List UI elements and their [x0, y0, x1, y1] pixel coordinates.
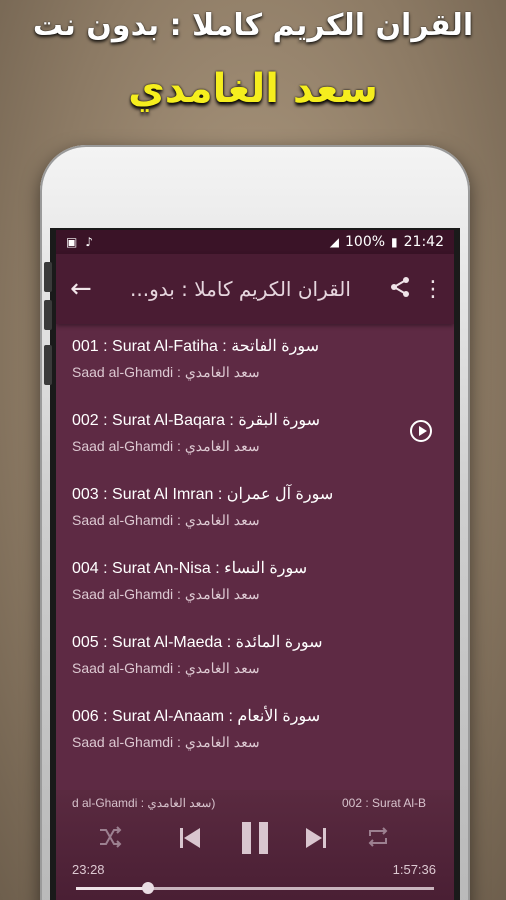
play-circle-icon[interactable] — [410, 420, 432, 442]
image-icon: ▣ — [66, 235, 78, 249]
surah-title: 003 : Surat Al Imran : سورة آل عمران — [72, 486, 334, 503]
surah-title: 005 : Surat Al-Maeda : سورة المائدة — [72, 634, 323, 651]
battery-icon: ▮ — [391, 235, 398, 249]
list-item[interactable]: 002 : Surat Al-Baqara : سورة البقرة Saad … — [56, 398, 454, 472]
total-time: 1:57:36 — [392, 862, 436, 877]
surah-title: 002 : Surat Al-Baqara : سورة البقرة — [72, 412, 321, 429]
pause-icon[interactable] — [240, 820, 270, 860]
repeat-icon[interactable] — [366, 826, 390, 852]
page-title: القران الكريم كاملا : بدو... — [130, 277, 351, 301]
power-button — [44, 345, 52, 385]
app-bar: ← القران الكريم كاملا : بدو... ⋮ — [56, 254, 454, 324]
list-item[interactable]: 001 : Surat Al-Fatiha : سورة الفاتحة Saad… — [56, 324, 454, 398]
list-item[interactable]: 003 : Surat Al Imran : سورة آل عمران Saad… — [56, 472, 454, 546]
now-playing-reciter: d al-Ghamdi : سعد الغامدي) — [72, 796, 216, 810]
player-controls — [56, 820, 454, 860]
seek-bar-fill — [76, 887, 148, 890]
now-playing-title: 002 : Surat Al-B — [342, 796, 427, 810]
share-icon[interactable] — [380, 276, 420, 303]
status-bar: ▣ ♪ ◢ 100% ▮ 21:42 — [56, 230, 454, 254]
previous-icon[interactable] — [178, 826, 202, 854]
music-note-icon: ♪ — [85, 235, 94, 249]
promo-reciter-name: سعد الغامدي — [128, 66, 378, 112]
surah-reciter: Saad al-Ghamdi : سعد الغامدي — [72, 512, 260, 528]
next-icon[interactable] — [304, 826, 328, 854]
surah-reciter: Saad al-Ghamdi : سعد الغامدي — [72, 364, 260, 380]
back-arrow-icon[interactable]: ← — [70, 274, 110, 304]
volume-down-button — [44, 300, 52, 330]
surah-reciter: Saad al-Ghamdi : سعد الغامدي — [72, 660, 260, 676]
share-icon-glyph — [391, 276, 409, 297]
surah-title: 004 : Surat An-Nisa : سورة النساء — [72, 560, 308, 577]
elapsed-time: 23:28 — [72, 862, 105, 877]
surah-title: 006 : Surat Al-Anaam : سورة الأنعام — [72, 708, 321, 725]
list-item[interactable]: 005 : Surat Al-Maeda : سورة المائدة Saad … — [56, 620, 454, 694]
list-item[interactable]: 004 : Surat An-Nisa : سورة النساء Saad al… — [56, 546, 454, 620]
battery-percent: 100% — [345, 234, 386, 250]
volume-up-button — [44, 262, 52, 292]
surah-reciter: Saad al-Ghamdi : سعد الغامدي — [72, 438, 260, 454]
signal-icon: ◢ — [329, 235, 339, 249]
list-item[interactable]: 006 : Surat Al-Anaam : سورة الأنعام Saad … — [56, 694, 454, 768]
shuffle-icon[interactable] — [98, 826, 122, 852]
seek-bar-thumb[interactable] — [141, 882, 154, 894]
app-screen: ▣ ♪ ◢ 100% ▮ 21:42 ← القران الكريم كاملا… — [56, 230, 454, 900]
clock: 21:42 — [403, 234, 444, 250]
surah-reciter: Saad al-Ghamdi : سعد الغامدي — [72, 734, 260, 750]
surah-reciter: Saad al-Ghamdi : سعد الغامدي — [72, 586, 260, 602]
overflow-menu-icon[interactable]: ⋮ — [420, 277, 446, 302]
seek-bar[interactable] — [76, 882, 434, 894]
surah-title: 001 : Surat Al-Fatiha : سورة الفاتحة — [72, 338, 320, 355]
player-bar: d al-Ghamdi : سعد الغامدي) 002 : Surat A… — [56, 790, 454, 900]
promo-title: القران الكريم كاملا : بدون نت — [32, 8, 474, 43]
surah-list: 001 : Surat Al-Fatiha : سورة الفاتحة Saad… — [56, 324, 454, 768]
